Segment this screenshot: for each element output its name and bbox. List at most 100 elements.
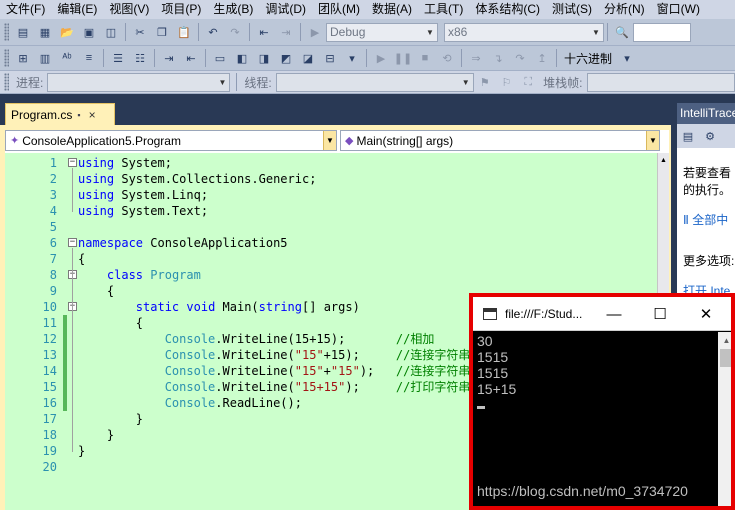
member-dropdown[interactable]: ◆ Main(string[] args) ▼ bbox=[340, 130, 660, 151]
align-center-icon[interactable]: ▥ bbox=[36, 49, 54, 67]
menu-item[interactable]: 生成(B) bbox=[207, 0, 259, 19]
indent-icon[interactable]: ⇥ bbox=[160, 49, 178, 67]
code-text: Console.WriteLine("15"+15); //连接字符串 bbox=[78, 347, 471, 363]
undo-icon[interactable]: ↶ bbox=[204, 23, 222, 41]
cut-icon[interactable]: ✂ bbox=[131, 23, 149, 41]
code-token: "15" bbox=[294, 364, 324, 378]
solution-platform-combo[interactable]: x86 ▼ bbox=[444, 22, 604, 42]
stop-debugging-icon[interactable]: ■ bbox=[416, 49, 434, 67]
threads-icon[interactable]: ⛶ bbox=[519, 73, 537, 91]
navigate-forward-icon[interactable]: ⇥ bbox=[277, 23, 295, 41]
align-right-icon[interactable]: ≡ bbox=[80, 49, 98, 67]
pin-icon[interactable]: ▪ bbox=[77, 110, 80, 120]
continue-icon[interactable]: ▶ bbox=[372, 49, 390, 67]
toolbar-options-icon[interactable]: ▾ bbox=[618, 49, 636, 67]
redo-icon[interactable]: ↷ bbox=[226, 23, 244, 41]
menu-item[interactable]: 团队(M) bbox=[312, 0, 366, 19]
code-token: .WriteLine( bbox=[215, 364, 295, 378]
flag-icon[interactable]: ⚑ bbox=[476, 73, 494, 91]
navigate-backward-icon[interactable]: ⇤ bbox=[255, 23, 273, 41]
code-line[interactable]: 1 − using System; bbox=[5, 155, 659, 171]
step-into-icon[interactable]: ↴ bbox=[489, 49, 507, 67]
code-token: .ReadLine(); bbox=[215, 396, 302, 410]
clear-bookmarks-icon[interactable]: ⊟ bbox=[321, 49, 339, 67]
copy-icon[interactable]: ❐ bbox=[153, 23, 171, 41]
scroll-up-icon[interactable]: ▲ bbox=[658, 153, 669, 167]
code-text: static void Main(string[] args) bbox=[78, 299, 360, 315]
show-next-statement-icon[interactable]: ⇒ bbox=[467, 49, 485, 67]
open-file-icon[interactable]: 📂 bbox=[58, 23, 76, 41]
uncomment-icon[interactable]: ☷ bbox=[131, 49, 149, 67]
menu-item[interactable]: 体系结构(C) bbox=[469, 0, 546, 19]
line-number: 20 bbox=[42, 460, 57, 474]
code-line[interactable]: 2 using System.Collections.Generic; bbox=[5, 171, 659, 187]
break-all-link[interactable]: Ⅱ 全部中 bbox=[683, 211, 735, 228]
menu-item[interactable]: 数据(A) bbox=[366, 0, 418, 19]
collapse-icon[interactable]: − bbox=[68, 238, 77, 247]
comment-icon[interactable]: ☰ bbox=[109, 49, 127, 67]
bookmark-icon[interactable]: ▭ bbox=[211, 49, 229, 67]
code-line[interactable]: 4 using System.Text; bbox=[5, 203, 659, 219]
find-in-files-icon[interactable]: 🔍 bbox=[613, 23, 631, 41]
next-bookmark-folder-icon[interactable]: ◪ bbox=[299, 49, 317, 67]
search-icon[interactable]: ⚙ bbox=[701, 127, 719, 145]
code-token: ); bbox=[359, 364, 396, 378]
break-all-icon[interactable]: ❚❚ bbox=[394, 49, 412, 67]
menu-item[interactable]: 窗口(W) bbox=[651, 0, 706, 19]
filter-icon[interactable]: ▤ bbox=[679, 127, 697, 145]
code-text: } bbox=[78, 443, 85, 459]
code-line[interactable]: 7{ bbox=[5, 251, 659, 267]
solution-configuration-combo[interactable]: Debug ▼ bbox=[326, 22, 438, 42]
hexadecimal-toggle[interactable]: 十六进制 bbox=[564, 50, 612, 67]
toolbar-grip[interactable] bbox=[4, 49, 9, 67]
debug-location-toolbar: 进程: ▼ 线程: ▼ ⚑ ⚐ ⛶ 堆栈帧: bbox=[0, 71, 735, 94]
menu-item[interactable]: 测试(S) bbox=[546, 0, 598, 19]
step-over-icon[interactable]: ↷ bbox=[511, 49, 529, 67]
prev-bookmark-icon[interactable]: ◧ bbox=[233, 49, 251, 67]
add-item-icon[interactable]: ▦ bbox=[36, 23, 54, 41]
paste-icon[interactable]: 📋 bbox=[175, 23, 193, 41]
process-combo[interactable]: ▼ bbox=[47, 72, 231, 92]
step-out-icon[interactable]: ↥ bbox=[533, 49, 551, 67]
text-format-icon[interactable]: ᴬᵇ bbox=[58, 49, 76, 67]
menu-item[interactable]: 项目(P) bbox=[155, 0, 207, 19]
code-line[interactable]: 6 − namespace ConsoleApplication5 bbox=[5, 235, 659, 251]
close-tab-button[interactable]: × bbox=[89, 108, 96, 122]
restart-icon[interactable]: ⟲ bbox=[438, 49, 456, 67]
toolbar-options-icon[interactable]: ▾ bbox=[343, 49, 361, 67]
code-line[interactable]: 5 bbox=[5, 219, 659, 235]
menu-item[interactable]: 分析(N) bbox=[598, 0, 651, 19]
change-indicator bbox=[63, 395, 67, 411]
code-token: Console bbox=[164, 380, 216, 394]
line-number: 9 bbox=[49, 284, 57, 298]
save-all-icon[interactable]: ◫ bbox=[102, 23, 120, 41]
menu-item[interactable]: 编辑(E) bbox=[51, 0, 103, 19]
next-bookmark-icon[interactable]: ◨ bbox=[255, 49, 273, 67]
align-left-icon[interactable]: ⊞ bbox=[14, 49, 32, 67]
toolbar-grip[interactable] bbox=[4, 73, 9, 91]
save-icon[interactable]: ▣ bbox=[80, 23, 98, 41]
toolbar-grip[interactable] bbox=[4, 23, 9, 41]
outdent-icon[interactable]: ⇤ bbox=[182, 49, 200, 67]
line-number: 12 bbox=[42, 332, 57, 346]
menu-item[interactable]: 文件(F) bbox=[0, 0, 51, 19]
find-combo[interactable] bbox=[633, 22, 691, 42]
code-line[interactable]: 8− class Program bbox=[5, 267, 659, 283]
collapse-icon[interactable]: − bbox=[68, 158, 77, 167]
thread-combo[interactable]: ▼ bbox=[275, 72, 474, 92]
tab-program-cs[interactable]: Program.cs ▪ × bbox=[5, 103, 115, 125]
code-line[interactable]: 3 using System.Linq; bbox=[5, 187, 659, 203]
menu-item[interactable]: 工具(T) bbox=[418, 0, 469, 19]
new-project-icon[interactable]: ▤ bbox=[14, 23, 32, 41]
line-number: 2 bbox=[49, 172, 57, 186]
type-dropdown[interactable]: ✦ ConsoleApplication5.Program ▼ bbox=[5, 130, 337, 151]
menu-item[interactable]: 视图(V) bbox=[103, 0, 155, 19]
flag-filter-icon[interactable]: ⚐ bbox=[498, 73, 516, 91]
stackframe-combo[interactable] bbox=[586, 72, 735, 92]
prev-bookmark-folder-icon[interactable]: ◩ bbox=[277, 49, 295, 67]
start-debugging-icon[interactable]: ▶ bbox=[306, 23, 324, 41]
intellitrace-title[interactable]: IntelliTrace bbox=[677, 103, 735, 124]
menu-item[interactable]: 调试(D) bbox=[259, 0, 312, 19]
